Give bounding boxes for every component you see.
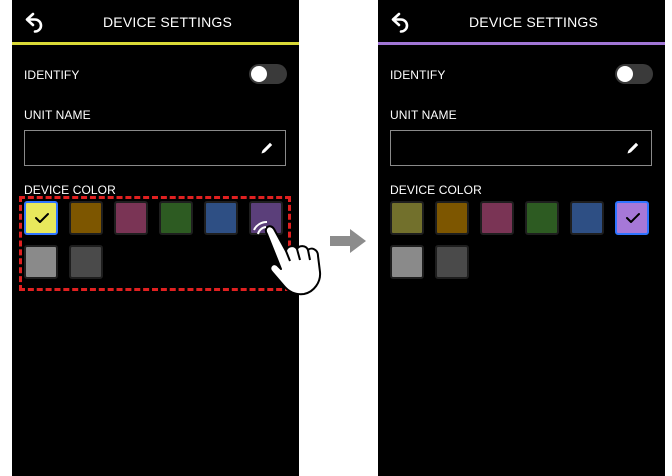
color-swatch-dark-gray[interactable]	[69, 245, 103, 279]
device-color-label: DEVICE COLOR	[24, 183, 116, 197]
pencil-icon[interactable]	[625, 140, 641, 156]
pencil-icon[interactable]	[259, 140, 275, 156]
device-color-label: DEVICE COLOR	[390, 183, 482, 197]
right-arrow-icon	[330, 229, 366, 253]
checkmark-icon	[626, 213, 640, 223]
device-settings-screen-after: DEVICE SETTINGS IDENTIFY UNIT NAME DEVIC…	[378, 0, 665, 476]
checkmark-icon	[35, 213, 49, 223]
unit-name-field[interactable]	[24, 130, 286, 166]
unit-name-field[interactable]	[390, 130, 652, 166]
unit-name-label: UNIT NAME	[24, 108, 91, 122]
identify-label: IDENTIFY	[24, 68, 80, 82]
identify-toggle[interactable]	[249, 64, 287, 84]
color-swatch-green[interactable]	[525, 201, 559, 235]
color-swatch-dark-gray[interactable]	[435, 245, 469, 279]
identify-row: IDENTIFY	[390, 64, 653, 86]
tapping-hand-icon	[253, 220, 322, 296]
identify-toggle[interactable]	[615, 64, 653, 84]
accent-line	[378, 42, 665, 45]
color-swatch-blue[interactable]	[570, 201, 604, 235]
unit-name-label: UNIT NAME	[390, 108, 457, 122]
header: DEVICE SETTINGS	[12, 0, 299, 45]
color-swatch-light-gray[interactable]	[24, 245, 58, 279]
header: DEVICE SETTINGS	[378, 0, 665, 45]
color-swatch-brown[interactable]	[69, 201, 103, 235]
accent-line	[12, 42, 299, 45]
toggle-knob	[251, 66, 267, 82]
color-swatch-purple[interactable]	[615, 201, 649, 235]
color-swatch-green[interactable]	[159, 201, 193, 235]
color-swatch-maroon[interactable]	[114, 201, 148, 235]
color-swatch-yellow[interactable]	[24, 201, 58, 235]
identify-row: IDENTIFY	[24, 64, 287, 86]
color-swatch-light-gray[interactable]	[390, 245, 424, 279]
identify-label: IDENTIFY	[390, 68, 446, 82]
page-title: DEVICE SETTINGS	[102, 14, 233, 30]
color-swatch-blue[interactable]	[204, 201, 238, 235]
color-swatch-brown[interactable]	[435, 201, 469, 235]
toggle-knob	[617, 66, 633, 82]
color-swatch-olive[interactable]	[390, 201, 424, 235]
color-swatch-maroon[interactable]	[480, 201, 514, 235]
page-title: DEVICE SETTINGS	[468, 14, 599, 30]
